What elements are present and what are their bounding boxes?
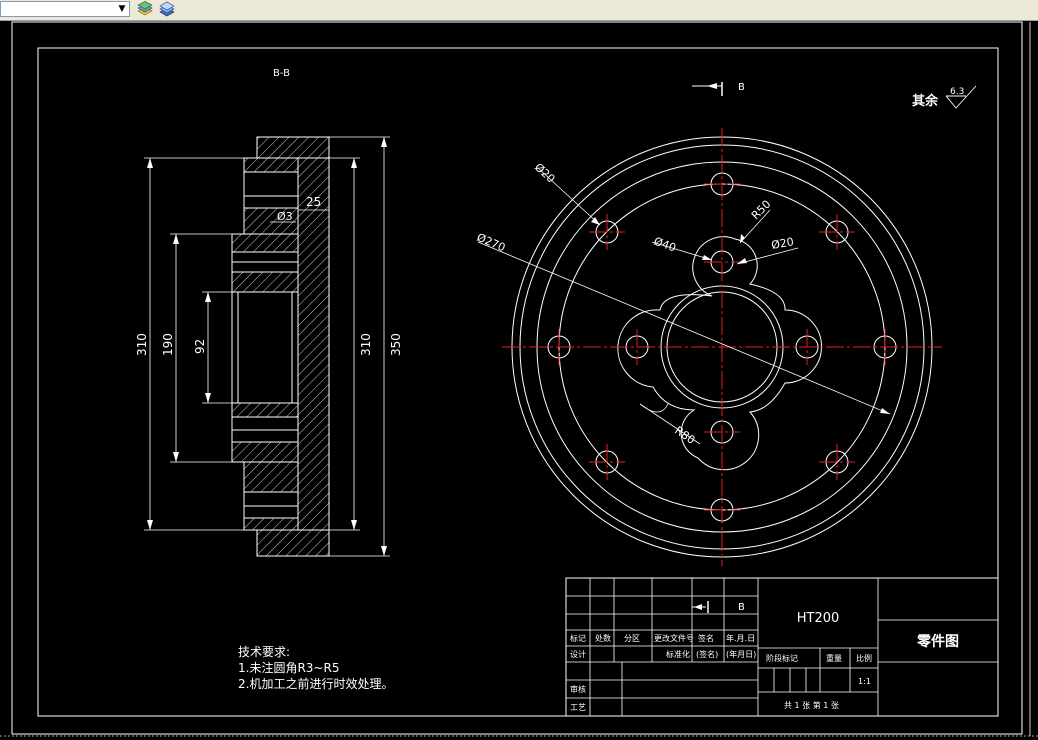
toolbar: ▼ (0, 0, 1038, 21)
notes-line-1: 1.未注圆角R3~R5 (238, 660, 339, 675)
front-view: B 其余 6.3 Ø20 Ø270 Ø40 R50 Ø20 R80 (475, 82, 977, 566)
section-view: B-B 310 190 92 310 350 25 Ø3 (135, 68, 403, 557)
dim-25: 25 (306, 195, 321, 209)
hdr-date: 年.月.日 (726, 633, 755, 643)
sheet-info: 共 1 张 第 1 张 (784, 700, 839, 710)
dim-190: 190 (161, 333, 175, 356)
dim-r80: R80 (672, 424, 697, 447)
row-date-placeholder: (年月日) (726, 649, 756, 659)
weight-label: 重量 (826, 653, 842, 663)
scale-label: 比例 (856, 653, 872, 663)
dim-r50: R50 (749, 198, 773, 222)
hdr-zone: 分区 (624, 634, 640, 643)
dim-phi40: Ø40 (652, 235, 678, 255)
title-block-section-marker: B (738, 602, 745, 613)
row-sign-placeholder: (签名) (696, 649, 718, 659)
check-label: 审核 (570, 684, 586, 694)
technical-notes: 技术要求: 1.未注圆角R3~R5 2.机加工之前进行时效处理。 (238, 645, 393, 691)
dim-310-left: 310 (135, 333, 149, 356)
notes-line-2: 2.机加工之前进行时效处理。 (238, 676, 393, 691)
hdr-count: 处数 (595, 633, 611, 643)
row-standardize: 标准化 (666, 649, 690, 659)
layer-states-icon[interactable] (136, 1, 154, 18)
layer-stack-icon[interactable] (158, 1, 176, 18)
dim-92: 92 (193, 339, 207, 354)
dim-phi270: Ø270 (475, 231, 507, 255)
title-block: B HT200 零件图 标记 处数 分区 更改文件号 签名 年.月.日 设计 标… (565, 577, 999, 717)
dim-310-right: 310 (359, 333, 373, 356)
roughness-value: 6.3 (950, 87, 964, 97)
section-title: B-B (273, 68, 290, 79)
dim-350: 350 (389, 333, 403, 356)
dim-phi3: Ø3 (277, 210, 293, 223)
section-marker-top: B (738, 82, 745, 93)
hdr-sign: 签名 (698, 633, 714, 643)
material: HT200 (797, 611, 840, 626)
row-design: 设计 (570, 649, 586, 659)
stage-label: 阶段标记 (766, 653, 798, 663)
chevron-down-icon[interactable]: ▼ (116, 2, 128, 16)
scale-value: 1:1 (858, 677, 871, 686)
surface-finish-label: 其余 (912, 93, 939, 109)
drawing-frame (37, 47, 999, 717)
hdr-change-doc: 更改文件号 (654, 633, 694, 643)
notes-heading: 技术要求: (238, 645, 290, 659)
drawing-name: 零件图 (916, 633, 959, 650)
canvas-border (11, 21, 1023, 735)
hdr-mark: 标记 (570, 633, 586, 643)
layer-dropdown[interactable]: ▼ (0, 1, 130, 17)
cad-canvas[interactable]: B-B 310 190 92 310 350 25 Ø3 B 其余 6.3 Ø2… (0, 20, 1038, 740)
process-label: 工艺 (570, 703, 586, 712)
